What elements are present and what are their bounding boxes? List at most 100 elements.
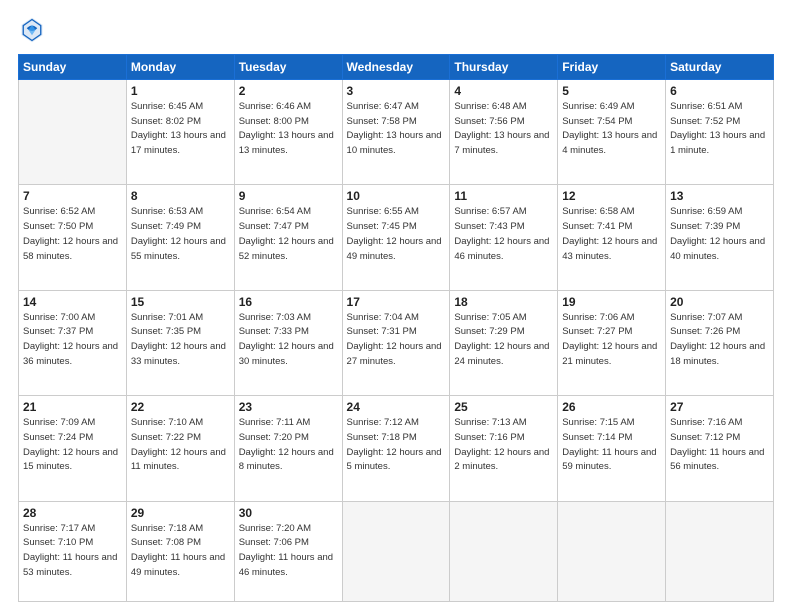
calendar-cell: 27 Sunrise: 7:16 AMSunset: 7:12 PMDayligh… <box>666 396 774 501</box>
day-number: 30 <box>239 506 338 520</box>
day-info: Sunrise: 6:51 AMSunset: 7:52 PMDaylight:… <box>670 100 769 159</box>
calendar-table: SundayMondayTuesdayWednesdayThursdayFrid… <box>18 54 774 602</box>
calendar-cell: 18Sunrise: 7:05 AMSunset: 7:29 PMDayligh… <box>450 290 558 395</box>
calendar-cell: 7 Sunrise: 6:52 AMSunset: 7:50 PMDaylight… <box>19 185 127 290</box>
calendar-cell: 26 Sunrise: 7:15 AMSunset: 7:14 PMDayligh… <box>558 396 666 501</box>
calendar-week-row: 28 Sunrise: 7:17 AMSunset: 7:10 PMDayligh… <box>19 501 774 602</box>
day-info: Sunrise: 6:46 AMSunset: 8:00 PMDaylight:… <box>239 100 338 159</box>
calendar-cell: 6 Sunrise: 6:51 AMSunset: 7:52 PMDaylight… <box>666 80 774 185</box>
day-info: Sunrise: 6:48 AMSunset: 7:56 PMDaylight:… <box>454 100 553 159</box>
calendar-cell: 19Sunrise: 7:06 AMSunset: 7:27 PMDayligh… <box>558 290 666 395</box>
calendar-cell: 17 Sunrise: 7:04 AMSunset: 7:31 PMDayligh… <box>342 290 450 395</box>
calendar-cell: 30 Sunrise: 7:20 AMSunset: 7:06 PMDayligh… <box>234 501 342 602</box>
day-number: 6 <box>670 84 769 98</box>
day-number: 9 <box>239 189 338 203</box>
day-number: 26 <box>562 400 661 414</box>
calendar-cell <box>450 501 558 602</box>
day-info: Sunrise: 7:16 AMSunset: 7:12 PMDaylight:… <box>670 416 769 475</box>
day-number: 23 <box>239 400 338 414</box>
calendar-cell: 14 Sunrise: 7:00 AMSunset: 7:37 PMDayligh… <box>19 290 127 395</box>
day-info: Sunrise: 6:47 AMSunset: 7:58 PMDaylight:… <box>347 100 446 159</box>
calendar-cell: 28 Sunrise: 7:17 AMSunset: 7:10 PMDayligh… <box>19 501 127 602</box>
calendar-week-row: 1Sunrise: 6:45 AMSunset: 8:02 PMDaylight… <box>19 80 774 185</box>
day-info: Sunrise: 6:55 AMSunset: 7:45 PMDaylight:… <box>347 205 446 264</box>
weekday-header-thursday: Thursday <box>450 55 558 80</box>
day-info: Sunrise: 7:04 AMSunset: 7:31 PMDaylight:… <box>347 311 446 370</box>
day-number: 20 <box>670 295 769 309</box>
day-number: 28 <box>23 506 122 520</box>
day-number: 7 <box>23 189 122 203</box>
calendar-week-row: 14 Sunrise: 7:00 AMSunset: 7:37 PMDayligh… <box>19 290 774 395</box>
calendar-cell: 3 Sunrise: 6:47 AMSunset: 7:58 PMDaylight… <box>342 80 450 185</box>
weekday-header-wednesday: Wednesday <box>342 55 450 80</box>
day-number: 3 <box>347 84 446 98</box>
day-number: 5 <box>562 84 661 98</box>
day-info: Sunrise: 7:07 AMSunset: 7:26 PMDaylight:… <box>670 311 769 370</box>
calendar-week-row: 21 Sunrise: 7:09 AMSunset: 7:24 PMDayligh… <box>19 396 774 501</box>
calendar-cell: 16 Sunrise: 7:03 AMSunset: 7:33 PMDayligh… <box>234 290 342 395</box>
calendar-cell: 8 Sunrise: 6:53 AMSunset: 7:49 PMDaylight… <box>126 185 234 290</box>
logo-icon <box>18 16 46 44</box>
calendar-cell: 5 Sunrise: 6:49 AMSunset: 7:54 PMDaylight… <box>558 80 666 185</box>
day-info: Sunrise: 7:03 AMSunset: 7:33 PMDaylight:… <box>239 311 338 370</box>
day-number: 4 <box>454 84 553 98</box>
day-number: 29 <box>131 506 230 520</box>
day-number: 14 <box>23 295 122 309</box>
calendar-cell: 21 Sunrise: 7:09 AMSunset: 7:24 PMDayligh… <box>19 396 127 501</box>
calendar-cell: 2 Sunrise: 6:46 AMSunset: 8:00 PMDaylight… <box>234 80 342 185</box>
weekday-header-tuesday: Tuesday <box>234 55 342 80</box>
weekday-header-monday: Monday <box>126 55 234 80</box>
day-number: 11 <box>454 189 553 203</box>
calendar-cell: 20 Sunrise: 7:07 AMSunset: 7:26 PMDayligh… <box>666 290 774 395</box>
day-number: 10 <box>347 189 446 203</box>
day-number: 15 <box>131 295 230 309</box>
weekday-header-row: SundayMondayTuesdayWednesdayThursdayFrid… <box>19 55 774 80</box>
calendar-cell <box>342 501 450 602</box>
day-info: Sunrise: 7:15 AMSunset: 7:14 PMDaylight:… <box>562 416 661 475</box>
day-info: Sunrise: 6:59 AMSunset: 7:39 PMDaylight:… <box>670 205 769 264</box>
calendar-cell: 22 Sunrise: 7:10 AMSunset: 7:22 PMDayligh… <box>126 396 234 501</box>
logo <box>18 16 50 44</box>
day-number: 8 <box>131 189 230 203</box>
day-number: 18 <box>454 295 553 309</box>
calendar-cell: 25 Sunrise: 7:13 AMSunset: 7:16 PMDayligh… <box>450 396 558 501</box>
day-info: Sunrise: 7:01 AMSunset: 7:35 PMDaylight:… <box>131 311 230 370</box>
day-number: 12 <box>562 189 661 203</box>
day-info: Sunrise: 7:18 AMSunset: 7:08 PMDaylight:… <box>131 522 230 581</box>
day-info: Sunrise: 7:00 AMSunset: 7:37 PMDaylight:… <box>23 311 122 370</box>
page: SundayMondayTuesdayWednesdayThursdayFrid… <box>0 0 792 612</box>
day-info: Sunrise: 6:45 AMSunset: 8:02 PMDaylight:… <box>131 100 230 159</box>
weekday-header-sunday: Sunday <box>19 55 127 80</box>
day-number: 19 <box>562 295 661 309</box>
day-info: Sunrise: 6:54 AMSunset: 7:47 PMDaylight:… <box>239 205 338 264</box>
day-info: Sunrise: 6:53 AMSunset: 7:49 PMDaylight:… <box>131 205 230 264</box>
day-info: Sunrise: 7:12 AMSunset: 7:18 PMDaylight:… <box>347 416 446 475</box>
weekday-header-saturday: Saturday <box>666 55 774 80</box>
day-number: 2 <box>239 84 338 98</box>
day-info: Sunrise: 6:58 AMSunset: 7:41 PMDaylight:… <box>562 205 661 264</box>
day-info: Sunrise: 7:09 AMSunset: 7:24 PMDaylight:… <box>23 416 122 475</box>
day-info: Sunrise: 6:49 AMSunset: 7:54 PMDaylight:… <box>562 100 661 159</box>
calendar-cell <box>19 80 127 185</box>
day-number: 22 <box>131 400 230 414</box>
day-info: Sunrise: 7:10 AMSunset: 7:22 PMDaylight:… <box>131 416 230 475</box>
day-number: 25 <box>454 400 553 414</box>
day-info: Sunrise: 6:52 AMSunset: 7:50 PMDaylight:… <box>23 205 122 264</box>
calendar-cell: 15 Sunrise: 7:01 AMSunset: 7:35 PMDayligh… <box>126 290 234 395</box>
calendar-cell <box>558 501 666 602</box>
day-number: 17 <box>347 295 446 309</box>
calendar-cell: 4 Sunrise: 6:48 AMSunset: 7:56 PMDaylight… <box>450 80 558 185</box>
calendar-cell: 1Sunrise: 6:45 AMSunset: 8:02 PMDaylight… <box>126 80 234 185</box>
day-number: 21 <box>23 400 122 414</box>
day-number: 13 <box>670 189 769 203</box>
calendar-cell: 24Sunrise: 7:12 AMSunset: 7:18 PMDayligh… <box>342 396 450 501</box>
day-info: Sunrise: 7:17 AMSunset: 7:10 PMDaylight:… <box>23 522 122 581</box>
day-number: 27 <box>670 400 769 414</box>
calendar-cell: 12 Sunrise: 6:58 AMSunset: 7:41 PMDayligh… <box>558 185 666 290</box>
day-number: 16 <box>239 295 338 309</box>
header <box>18 16 774 44</box>
day-info: Sunrise: 7:13 AMSunset: 7:16 PMDaylight:… <box>454 416 553 475</box>
calendar-cell <box>666 501 774 602</box>
day-info: Sunrise: 7:20 AMSunset: 7:06 PMDaylight:… <box>239 522 338 581</box>
calendar-cell: 13 Sunrise: 6:59 AMSunset: 7:39 PMDayligh… <box>666 185 774 290</box>
